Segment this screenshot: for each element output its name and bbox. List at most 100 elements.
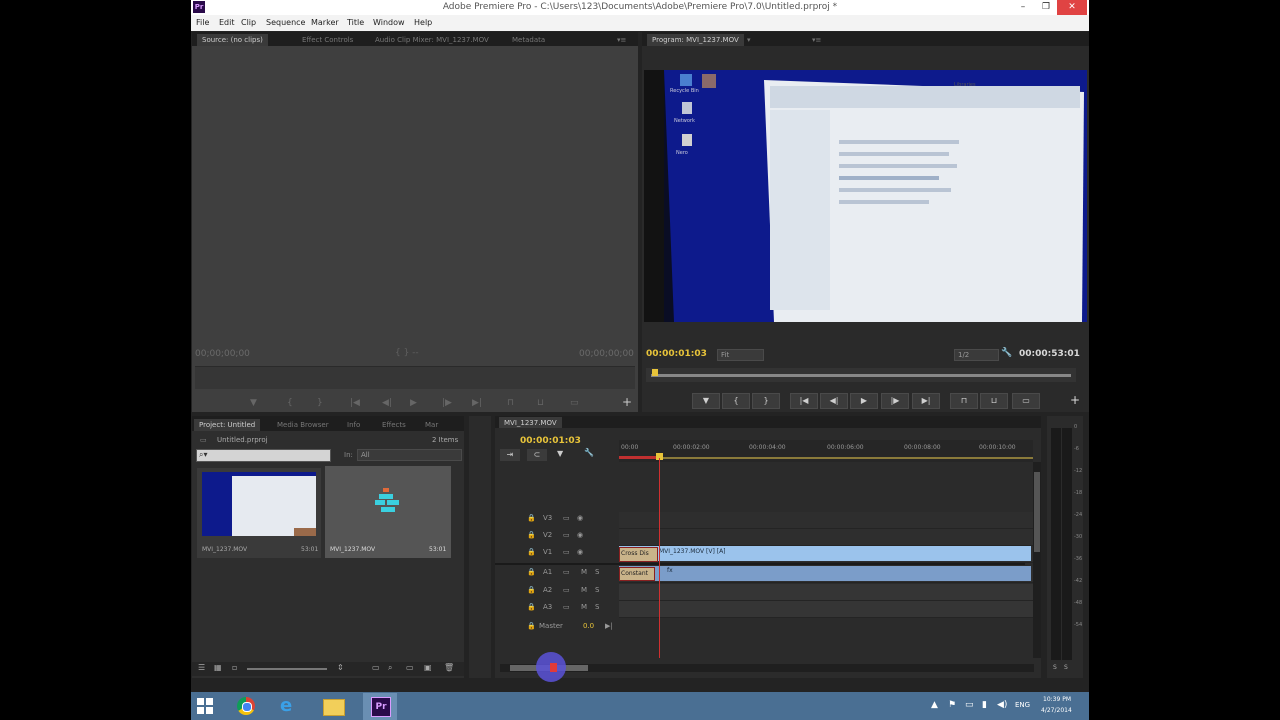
tray-battery-icon[interactable]: ▭ [965,700,974,710]
lock-icon[interactable]: 🔒 [527,586,536,594]
prog-play-button[interactable]: ▶ [850,393,878,409]
prog-add-marker-button[interactable]: ▼ [692,393,720,409]
project-item-video[interactable]: MVI_1237.MOV 53:01 [197,468,321,558]
prog-go-to-out-button[interactable]: ▶| [912,393,940,409]
taskbar-clock-time[interactable]: 10:39 PM [1043,696,1071,703]
constant-power-transition[interactable]: Constant [619,567,655,581]
icon-view-icon[interactable]: ▦ [214,663,222,672]
work-area-bar[interactable] [619,457,1033,459]
source-timecode-current[interactable]: 00;00;00;00 [195,349,250,359]
mute-button[interactable]: M [581,568,587,576]
track-a1[interactable]: fx Constant [619,566,1033,583]
toggle-sync-icon[interactable]: ▭ [563,531,570,539]
tab-markers[interactable]: Mar [420,419,443,431]
prog-step-forward-button[interactable]: |▶ [881,393,909,409]
program-tab-menu-icon[interactable]: ▾ [742,34,756,46]
tray-volume-icon[interactable]: ◀) [997,700,1007,710]
language-indicator[interactable]: ENG [1015,701,1030,709]
solo-button[interactable]: S [595,568,599,576]
menu-marker[interactable]: Marker [311,18,339,27]
snap-button[interactable]: ⇥ [500,449,520,461]
new-item-icon[interactable]: ▣ [424,663,432,672]
minimize-button[interactable]: – [1012,0,1034,15]
internet-explorer-icon[interactable]: e [280,695,292,716]
file-explorer-icon[interactable] [323,699,345,716]
tray-arrow-icon[interactable]: ▲ [931,700,938,710]
tab-info[interactable]: Info [342,419,365,431]
menu-file[interactable]: File [196,18,209,27]
program-playhead-marker[interactable] [652,369,658,376]
mark-out-icon[interactable]: } [317,398,323,408]
toggle-sync-icon[interactable]: ▭ [563,514,570,522]
premiere-taskbar-button[interactable]: Pr [363,693,397,720]
menu-sequence[interactable]: Sequence [266,18,305,27]
in-filter-dropdown[interactable]: All [357,449,462,461]
taskbar-clock-date[interactable]: 4/27/2014 [1041,707,1072,714]
timeline-timecode[interactable]: 00:00:01:03 [520,436,581,446]
timeline-vertical-scrollbar[interactable] [1033,462,1041,658]
track-v3[interactable] [619,512,1033,529]
prog-lift-button[interactable]: ⊓ [950,393,978,409]
toggle-sync-icon[interactable]: ▭ [563,568,570,576]
solo-button[interactable]: S [595,603,599,611]
windows-start-icon[interactable] [197,698,213,714]
tab-media-browser[interactable]: Media Browser [272,419,334,431]
lock-icon[interactable]: 🔒 [527,603,536,611]
lock-icon[interactable]: 🔒 [527,568,536,576]
list-view-icon[interactable]: ☰ [198,663,205,672]
timeline-add-marker-icon[interactable]: ▼ [557,449,563,458]
tab-metadata[interactable]: Metadata [507,34,550,46]
prog-extract-button[interactable]: ⊔ [980,393,1008,409]
clip-v1[interactable]: MVI_1237.MOV [V] [A] [619,546,1031,561]
tray-network-icon[interactable]: ▮ [982,700,987,710]
timeline-playhead-line[interactable] [659,458,660,658]
find-icon[interactable]: ⌕ [388,663,392,673]
menu-edit[interactable]: Edit [219,18,235,27]
track-header-master[interactable]: 🔒 Master 0.0 ▶| [525,620,617,636]
lock-icon[interactable]: 🔒 [527,531,536,539]
solo-right-button[interactable]: S [1064,664,1068,671]
track-header-a3[interactable]: 🔒 A3 ▭ M S [525,601,617,617]
go-to-out-icon[interactable]: ▶| [472,398,482,408]
track-v1[interactable]: MVI_1237.MOV [V] [A] Cross Dis [619,546,1033,563]
project-item-sequence[interactable]: MVI_1237.MOV 53:01 [325,466,451,558]
timeline-horizontal-scrollbar[interactable] [500,664,1034,672]
step-back-icon[interactable]: ◀| [382,398,392,408]
prog-mark-in-button[interactable]: { [722,393,750,409]
export-frame-icon[interactable]: ▭ [570,398,579,408]
menu-title[interactable]: Title [347,18,364,27]
source-scrub-bar[interactable] [195,366,635,389]
timeline-ruler[interactable]: 00:00 00:00:02:00 00:00:04:00 00:00:06:0… [619,440,1033,462]
program-scrub-bar[interactable] [646,368,1076,382]
tab-source[interactable]: Source: (no clips) [197,34,268,46]
track-header-v1[interactable]: 🔒 V1 ▭ ◉ [525,546,617,562]
prog-export-frame-button[interactable]: ▭ [1012,393,1040,409]
track-a3[interactable] [619,601,1033,618]
program-timecode-current[interactable]: 00:00:01:03 [646,349,707,359]
tab-project[interactable]: Project: Untitled [194,419,261,431]
track-header-v3[interactable]: 🔒 V3 ▭ ◉ [525,512,617,528]
mute-button[interactable]: M [581,603,587,611]
tab-effect-controls[interactable]: Effect Controls [297,34,358,46]
menu-window[interactable]: Window [373,18,405,27]
close-button[interactable]: ✕ [1057,0,1087,15]
prog-go-to-in-button[interactable]: |◀ [790,393,818,409]
track-header-a1[interactable]: 🔒 A1 ▭ M S [525,566,617,582]
play-icon[interactable]: ▶ [410,398,417,408]
overwrite-icon[interactable]: ⊔ [537,398,544,408]
timeline-settings-icon[interactable]: 🔧 [584,448,594,457]
fit-dropdown[interactable]: Fit [717,349,764,361]
automate-icon[interactable]: ▭ [372,663,380,672]
add-marker-icon[interactable]: ▼ [250,398,257,408]
lock-icon[interactable]: 🔒 [527,548,536,556]
trash-icon[interactable]: 🗑 [444,663,454,672]
eye-icon[interactable]: ◉ [577,514,583,522]
track-header-v2[interactable]: 🔒 V2 ▭ ◉ [525,529,617,545]
track-master[interactable] [619,618,1033,634]
prog-mark-out-button[interactable]: } [752,393,780,409]
add-button-icon[interactable]: + [622,395,632,409]
eye-icon[interactable]: ◉ [577,531,583,539]
zoom-out-icon[interactable]: ▫ [232,663,237,672]
mute-button[interactable]: M [581,586,587,594]
sort-icon[interactable]: ⇕ [337,663,344,672]
